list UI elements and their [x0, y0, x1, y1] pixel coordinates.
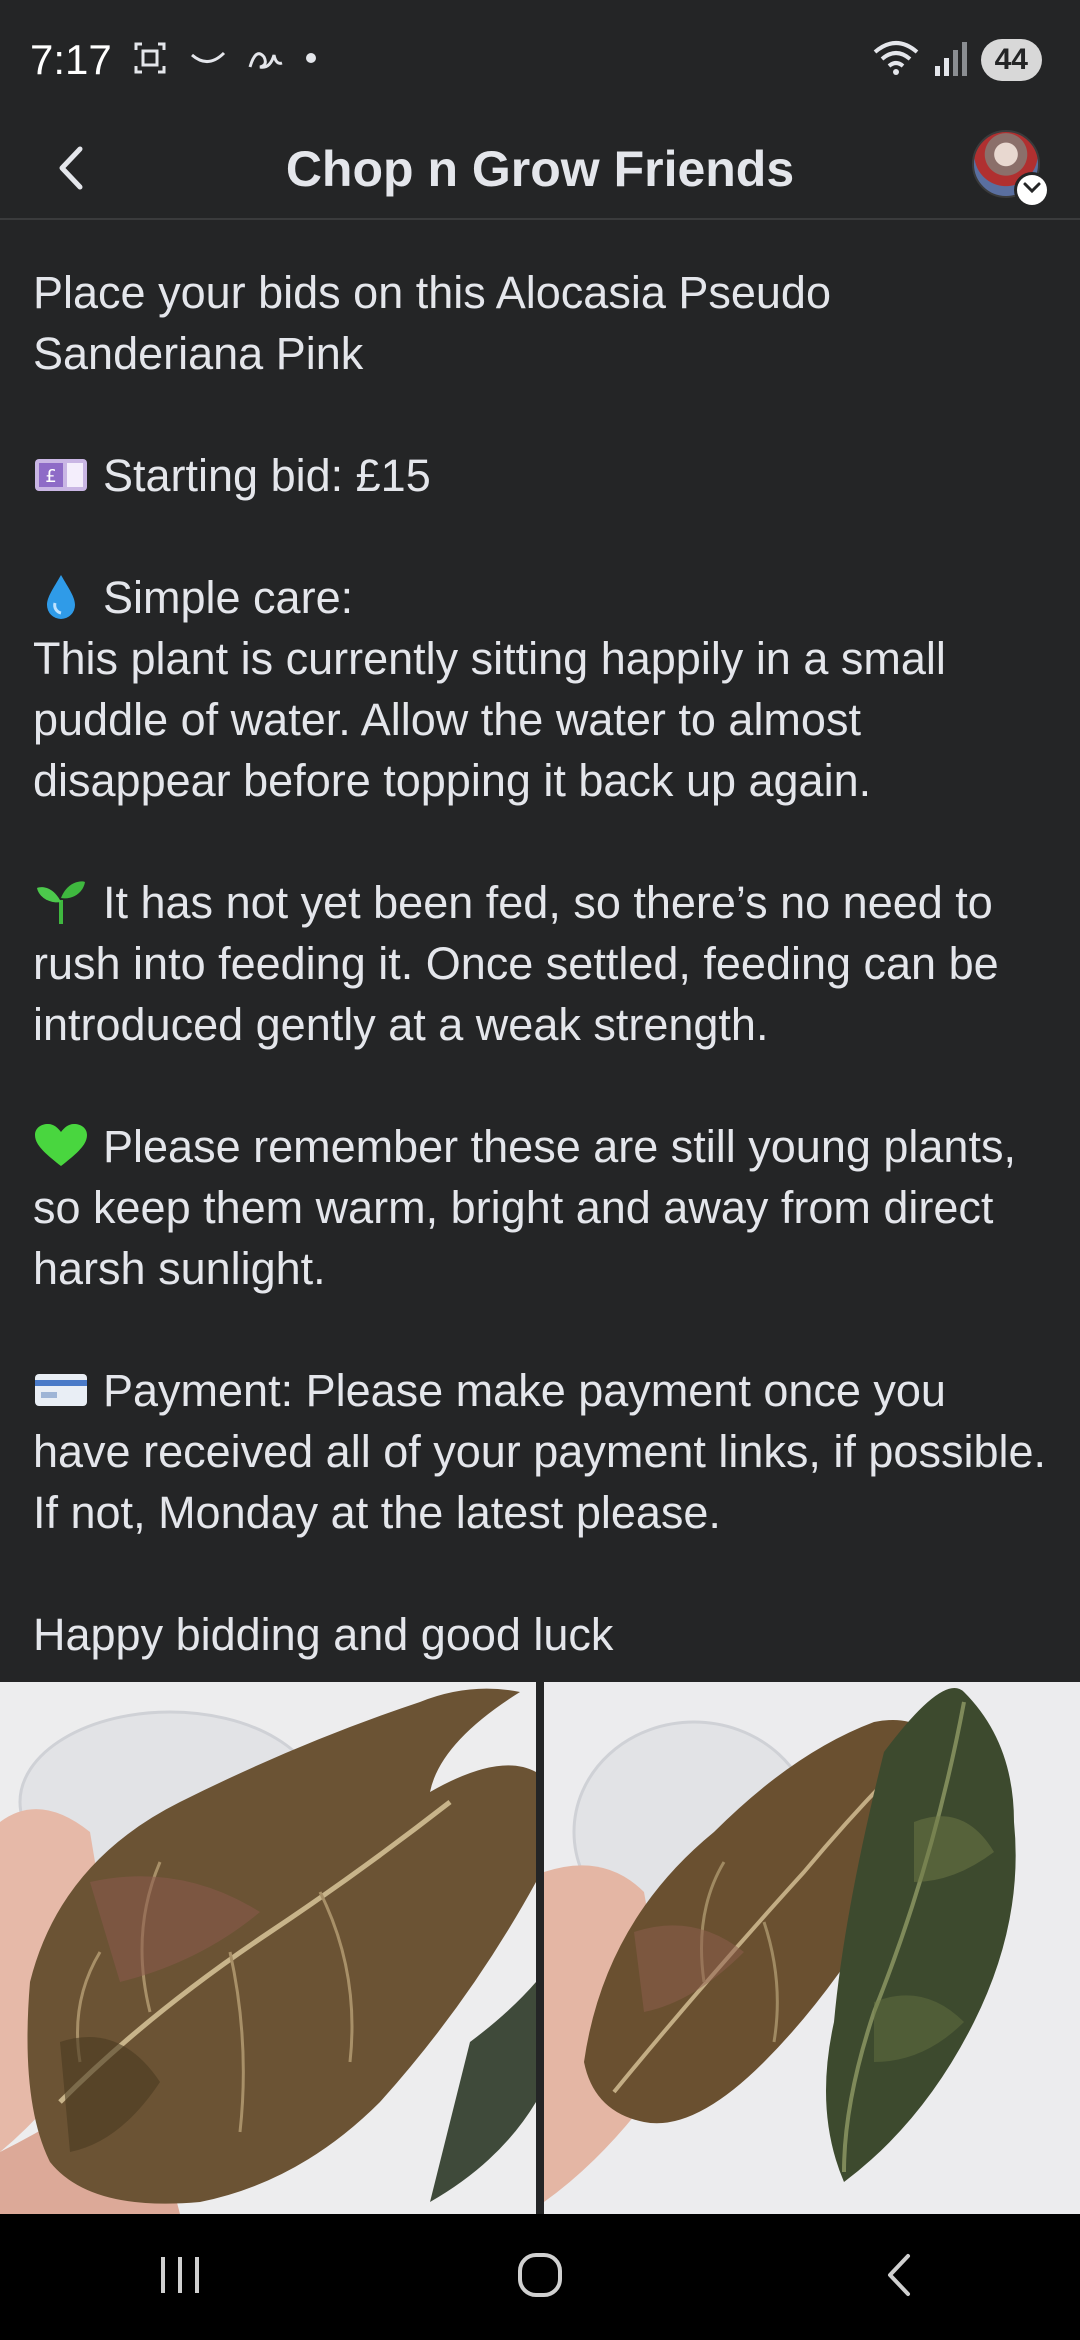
feeding-text: It has not yet been fed, so there’s no n…: [33, 877, 1012, 1050]
status-bar: 7:17 44: [0, 0, 1080, 120]
app-header: Chop n Grow Friends: [0, 120, 1080, 220]
remember-text: Please remember these are still young pl…: [33, 1121, 1029, 1294]
profile-menu-button[interactable]: [972, 130, 1050, 208]
photo-grid: [0, 1682, 1080, 2214]
care-section: Simple care: This plant is currently sitt…: [33, 567, 1053, 811]
nav-back-button[interactable]: [840, 2227, 960, 2327]
recent-apps-icon: [155, 2253, 205, 2302]
status-left: 7:17: [30, 36, 318, 84]
care-text: This plant is currently sitting happily …: [33, 633, 959, 806]
pound-banknote-icon: £: [33, 451, 89, 499]
chevron-down-icon: [1022, 181, 1042, 200]
page-title: Chop n Grow Friends: [285, 141, 795, 197]
back-button[interactable]: [40, 138, 104, 202]
home-button[interactable]: [480, 2227, 600, 2327]
back-arrow-icon: [52, 143, 92, 198]
battery-icon: 44: [980, 39, 1042, 81]
payment-text: Payment: Please make payment once you ha…: [33, 1365, 1059, 1538]
post-intro: Place your bids on this Alocasia Pseudo …: [33, 267, 844, 379]
starting-bid-line: £ Starting bid: £15: [33, 445, 1053, 506]
dot-icon: [304, 51, 318, 70]
care-title: Simple care:: [103, 572, 354, 623]
credit-card-icon: [33, 1366, 89, 1414]
post-body: Place your bids on this Alocasia Pseudo …: [33, 262, 1053, 1665]
screenshot-icon: [130, 38, 170, 83]
green-heart-icon: [33, 1122, 89, 1170]
payment-section: Payment: Please make payment once you ha…: [33, 1360, 1053, 1543]
status-time: 7:17: [30, 36, 112, 83]
plant-photo-2[interactable]: [544, 1682, 1080, 2214]
closing-line: Happy bidding and good luck: [33, 1609, 614, 1660]
swoosh-icon: [188, 43, 228, 78]
wifi-icon: [871, 38, 921, 83]
starting-bid-text: Starting bid: £15: [103, 450, 431, 501]
feeding-section: It has not yet been fed, so there’s no n…: [33, 872, 1053, 1055]
back-icon: [880, 2250, 920, 2305]
remember-section: Please remember these are still young pl…: [33, 1116, 1053, 1299]
status-right: 44: [871, 38, 1042, 83]
system-nav-bar: [0, 2214, 1080, 2340]
plant-photo-1[interactable]: [0, 1682, 536, 2214]
recent-apps-button[interactable]: [120, 2227, 240, 2327]
screen: 7:17 44 Chop n Grow Friends Place your b…: [0, 0, 1080, 2340]
seedling-icon: [33, 878, 89, 926]
avatar-badge: [1014, 172, 1050, 208]
script-icon: [246, 43, 286, 78]
home-icon: [515, 2250, 565, 2305]
signal-icon: [933, 38, 969, 83]
droplet-icon: [33, 573, 89, 621]
svg-text:£: £: [45, 466, 56, 487]
